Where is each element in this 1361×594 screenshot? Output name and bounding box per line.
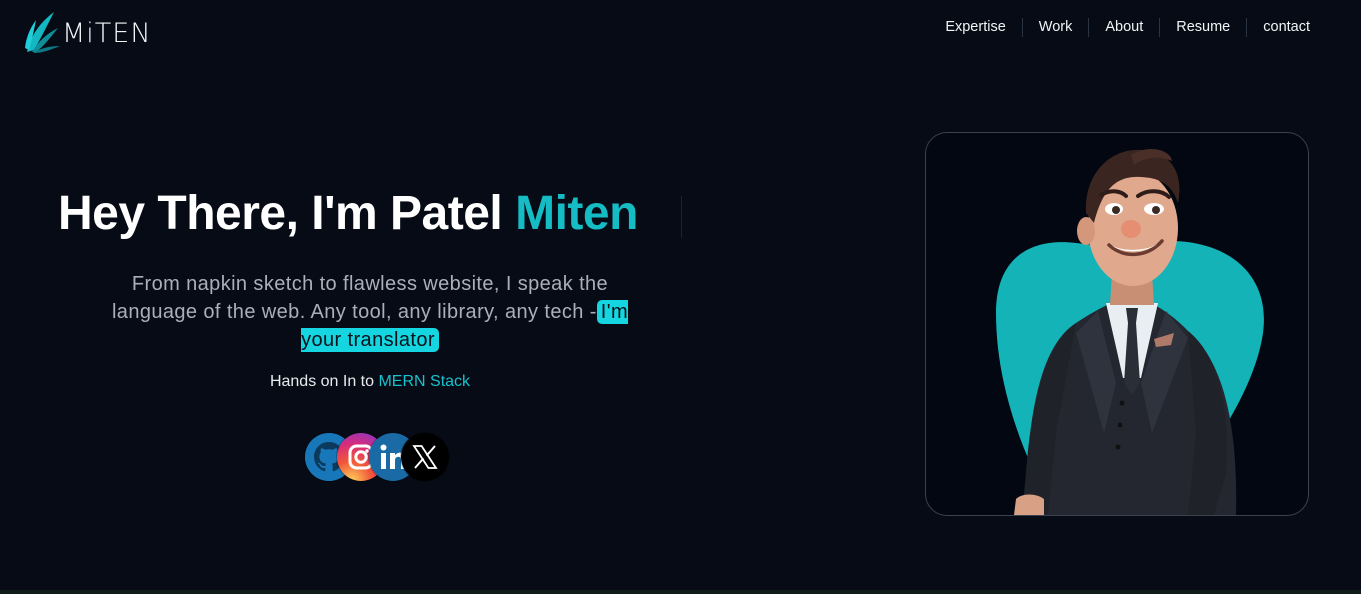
hero-title-prefix: Hey There, I'm Patel [58,187,516,240]
profile-card [925,132,1309,516]
x-link[interactable] [401,433,449,481]
main-nav: Expertise Work About Resume contact [929,18,1326,37]
stack-name: MERN Stack [378,373,471,390]
brand-name: MiTEN [62,17,152,49]
avatar-illustration [996,148,1264,515]
nav-item-expertise[interactable]: Expertise [929,18,1021,37]
leaf-logo-icon [25,12,60,53]
nav-item-contact[interactable]: contact [1246,18,1326,37]
bottom-divider [0,590,1361,594]
brand-logo[interactable]: MiTEN [24,10,152,54]
hero-title: Hey There, I'm Patel Miten [58,186,638,241]
tagline-text: From napkin sketch to flawless website, … [111,273,609,323]
nav-item-about[interactable]: About [1088,18,1159,37]
stack-line: Hands on In to MERN Stack [105,373,635,391]
x-icon [401,433,449,481]
hero-tagline: From napkin sketch to flawless website, … [105,270,635,354]
typing-cursor [681,196,682,238]
nav-item-work[interactable]: Work [1021,18,1089,37]
hero-title-name: Miten [515,187,638,240]
stack-prefix: Hands on In to [269,373,379,390]
nav-item-resume[interactable]: Resume [1159,18,1246,37]
